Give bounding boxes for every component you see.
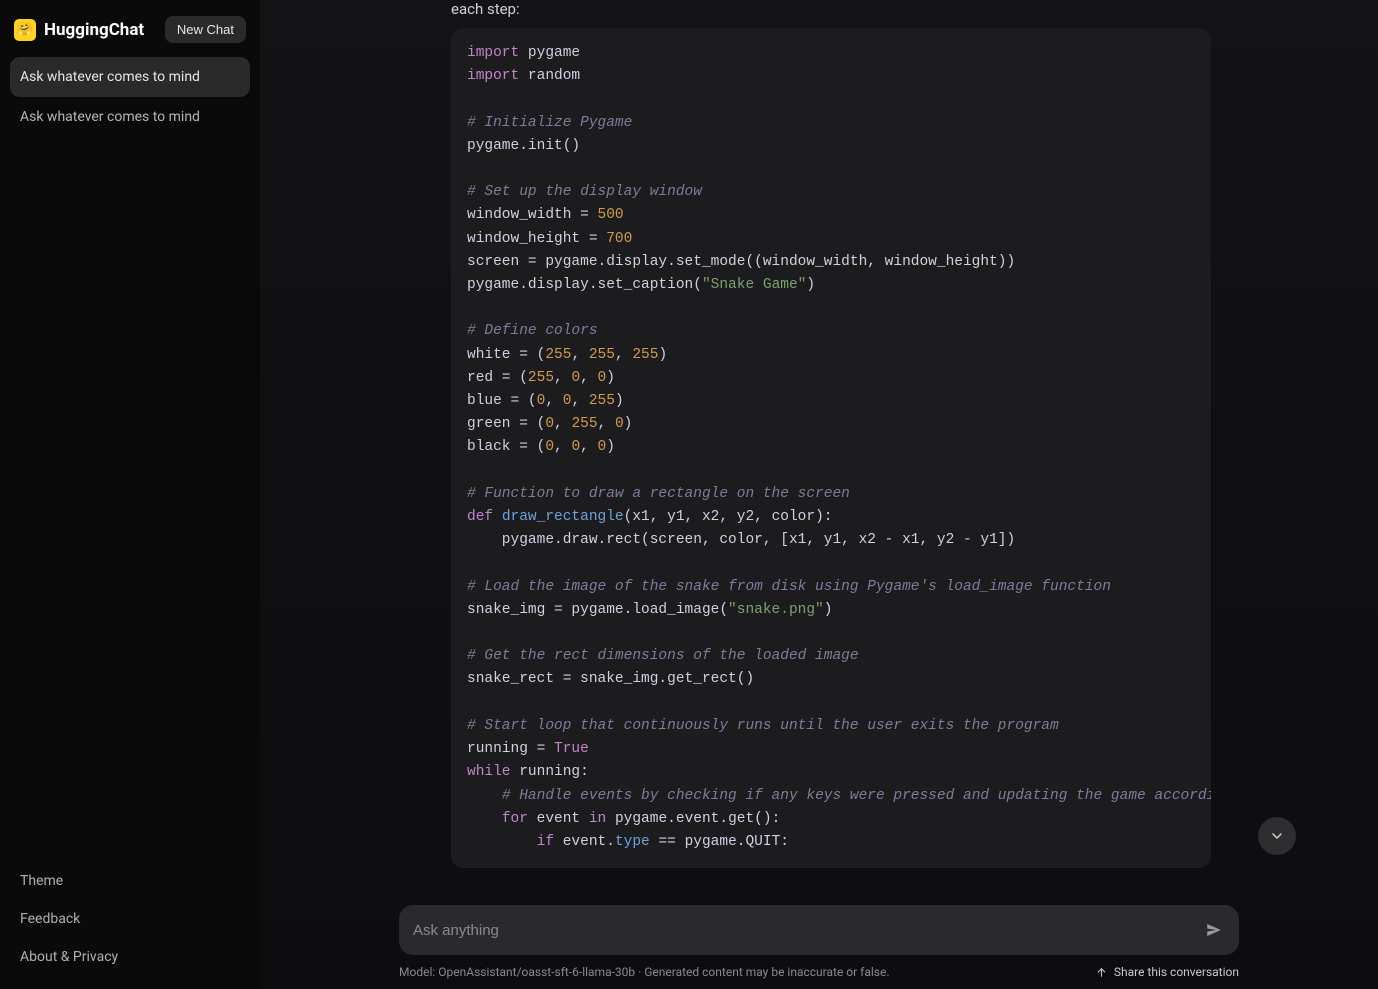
conversation-item[interactable]: Ask whatever comes to mind <box>10 97 250 137</box>
brand[interactable]: 🤗 HuggingChat <box>14 19 144 41</box>
assistant-message: each step: import pygame import random #… <box>409 0 1229 886</box>
sidebar-footer-link[interactable]: Feedback <box>10 901 250 937</box>
composer-area: Model: OpenAssistant/oasst-sft-6-llama-3… <box>260 905 1378 989</box>
conversation-list: Ask whatever comes to mindAsk whatever c… <box>10 57 250 863</box>
sidebar-footer-link[interactable]: Theme <box>10 863 250 899</box>
model-disclaimer: Model: OpenAssistant/oasst-sft-6-llama-3… <box>399 965 890 979</box>
composer <box>399 905 1239 955</box>
code-content: import pygame import random # Initialize… <box>467 42 1195 854</box>
share-conversation-link[interactable]: Share this conversation <box>1095 965 1239 979</box>
conversation-item[interactable]: Ask whatever comes to mind <box>10 57 250 97</box>
scroll-to-bottom-button[interactable] <box>1258 817 1296 855</box>
chat-scroll[interactable]: each step: import pygame import random #… <box>260 0 1378 989</box>
share-label: Share this conversation <box>1114 965 1239 979</box>
message-intro-text: each step: <box>409 0 1229 28</box>
composer-meta: Model: OpenAssistant/oasst-sft-6-llama-3… <box>399 965 1239 979</box>
sidebar-footer-link[interactable]: About & Privacy <box>10 939 250 975</box>
main-panel: each step: import pygame import random #… <box>260 0 1378 989</box>
sidebar-footer: ThemeFeedbackAbout & Privacy <box>10 863 250 979</box>
send-button[interactable] <box>1197 913 1231 947</box>
chevron-down-icon <box>1269 828 1285 844</box>
sidebar: 🤗 HuggingChat New Chat Ask whatever come… <box>0 0 260 989</box>
new-chat-button[interactable]: New Chat <box>165 16 246 43</box>
huggingface-icon: 🤗 <box>14 19 36 41</box>
brand-name: HuggingChat <box>44 20 144 40</box>
share-icon <box>1095 966 1108 979</box>
composer-input[interactable] <box>413 922 1197 939</box>
code-block: import pygame import random # Initialize… <box>451 28 1211 868</box>
send-icon <box>1205 921 1223 939</box>
sidebar-header: 🤗 HuggingChat New Chat <box>10 10 250 57</box>
